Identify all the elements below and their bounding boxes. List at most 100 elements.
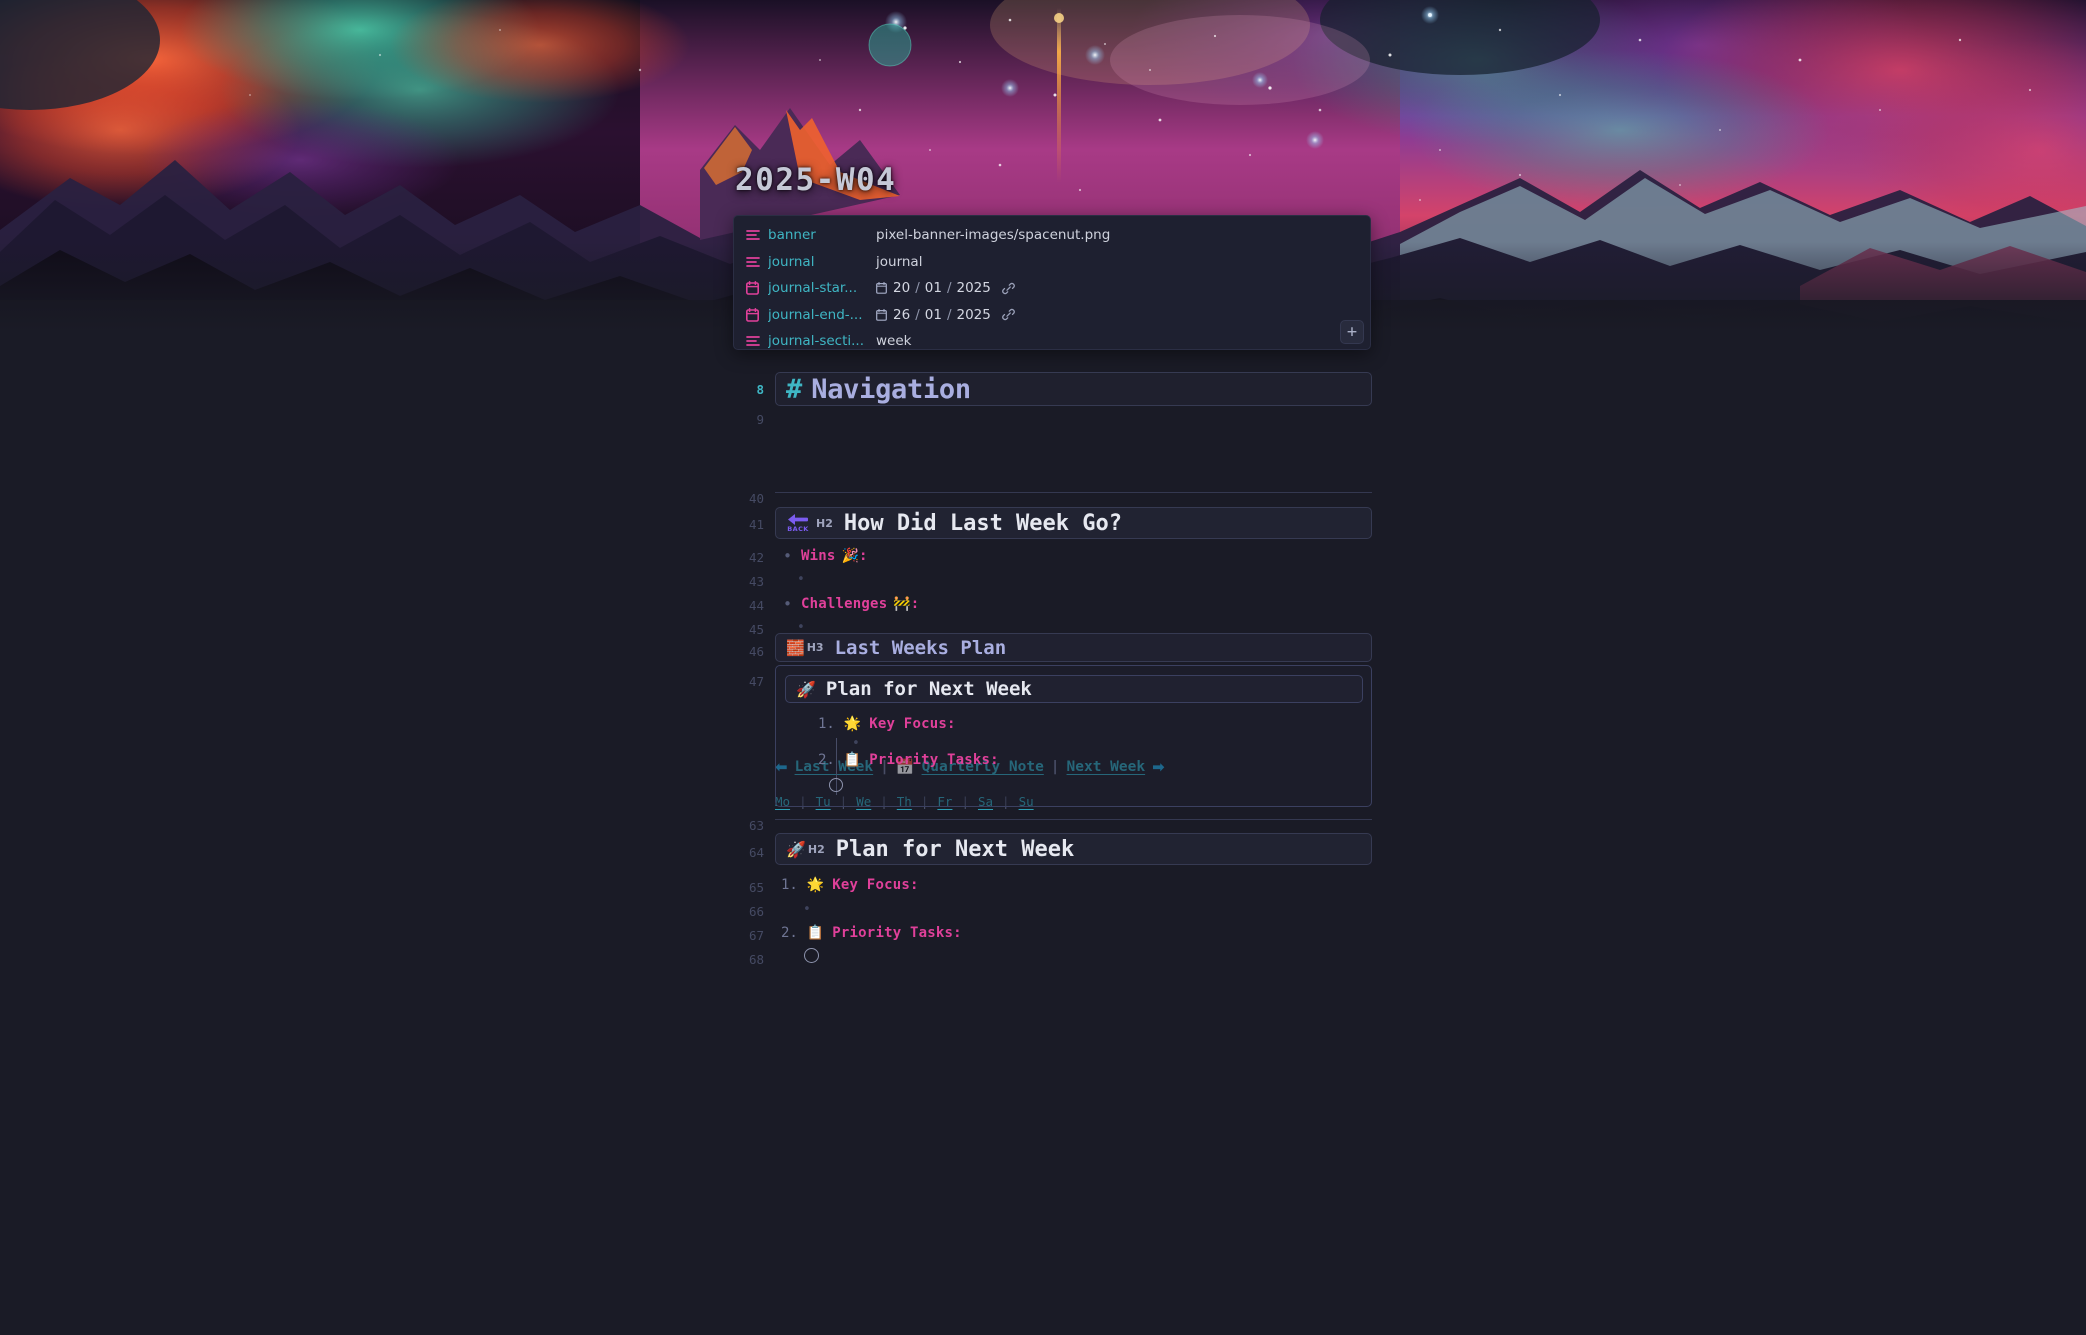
- heading-navigation[interactable]: # Navigation: [775, 372, 1372, 406]
- key-focus-label: Key Focus: [869, 716, 947, 732]
- embed-list-item-key-focus[interactable]: 1. 🌟 Key Focus :: [818, 716, 955, 732]
- heading-navigation-text: Navigation: [811, 373, 971, 405]
- line-number: 46: [748, 644, 764, 659]
- rocket-icon: 🚀: [796, 679, 816, 699]
- date-picker-icon[interactable]: [876, 282, 887, 295]
- add-property-button[interactable]: +: [1340, 320, 1364, 344]
- line-number: 47: [748, 674, 764, 689]
- list-item-wins-child[interactable]: •: [797, 572, 814, 587]
- star-icon: 🌟: [806, 877, 825, 893]
- link-icon[interactable]: [1002, 308, 1015, 321]
- heading-plan-for-next-week[interactable]: 🚀 H2 Plan for Next Week: [775, 833, 1372, 865]
- list-item-challenges[interactable]: • Challenges 🚧 :: [783, 595, 919, 613]
- property-value[interactable]: week: [876, 333, 911, 349]
- obsidian-note-window: 2025-W04 banner pixel-banner-images/spac…: [0, 0, 2086, 1335]
- bullet-dot: •: [797, 572, 805, 587]
- date-sep-2: /: [946, 306, 952, 323]
- date-month[interactable]: 01: [925, 280, 942, 296]
- line-number: 67: [748, 928, 764, 943]
- challenges-colon: :: [910, 596, 920, 612]
- heading-text: How Did Last Week Go?: [843, 510, 1123, 536]
- list-item-key-focus[interactable]: 1. 🌟 Key Focus :: [781, 877, 918, 893]
- priority-tasks-colon: :: [990, 752, 999, 768]
- list-item-priority-tasks[interactable]: 2. 📋 Priority Tasks :: [781, 925, 962, 941]
- horizontal-rule-bottom: [775, 819, 1372, 820]
- note-title: 2025-W04: [735, 162, 897, 198]
- wins-label: Wins: [801, 548, 836, 564]
- date-year[interactable]: 2025: [957, 307, 991, 323]
- date-year[interactable]: 2025: [957, 280, 991, 296]
- list-index: 2.: [781, 925, 798, 941]
- property-row-journal-start-date[interactable]: journal-star... 20 / 01 / 2025: [734, 275, 1370, 302]
- back-arrow-caption: BACK: [787, 525, 809, 534]
- list-index: 1.: [781, 877, 798, 893]
- bullet-dot: •: [783, 547, 793, 565]
- horizontal-rule-top: [775, 492, 1372, 493]
- property-key[interactable]: journal-secti...: [768, 333, 876, 349]
- heading-last-weeks-plan[interactable]: 🧱 H3 Last Weeks Plan: [775, 633, 1372, 662]
- property-key[interactable]: banner: [768, 227, 876, 243]
- property-row-journal-section[interactable]: journal-secti... week: [734, 328, 1370, 355]
- calendar-icon: [746, 307, 768, 322]
- date-day[interactable]: 20: [893, 280, 910, 296]
- property-row-journal-end-date[interactable]: journal-end-... 26 / 01 / 2025: [734, 302, 1370, 329]
- line-number: 9: [756, 412, 764, 427]
- property-key[interactable]: journal-end-...: [768, 307, 876, 323]
- key-focus-colon: :: [909, 877, 919, 893]
- heading-hash-marker: #: [786, 373, 803, 405]
- embed-title-text: Plan for Next Week: [825, 678, 1032, 700]
- line-number: 45: [748, 622, 764, 637]
- property-row-banner[interactable]: banner pixel-banner-images/spacenut.png: [734, 222, 1370, 249]
- text-lines-icon: [746, 256, 768, 268]
- date-month[interactable]: 01: [925, 307, 942, 323]
- bullet-dot: •: [783, 595, 793, 613]
- date-sep-2: /: [946, 280, 952, 297]
- task-checkbox[interactable]: [804, 948, 819, 963]
- challenges-label: Challenges: [801, 596, 888, 612]
- heading-text: Last Weeks Plan: [834, 636, 1007, 659]
- line-number: 41: [748, 517, 764, 532]
- note-properties-panel[interactable]: banner pixel-banner-images/spacenut.png …: [733, 215, 1371, 350]
- heading-level-badge: H3: [806, 641, 824, 654]
- line-number: 66: [748, 904, 764, 919]
- key-focus-colon: :: [946, 716, 956, 732]
- wins-colon: :: [858, 548, 868, 564]
- property-date-value[interactable]: 20 / 01 / 2025: [876, 280, 1015, 296]
- property-row-journal[interactable]: journal journal: [734, 249, 1370, 276]
- heading-text: Plan for Next Week: [835, 836, 1075, 862]
- date-day[interactable]: 26: [893, 307, 910, 323]
- line-number: 40: [748, 491, 764, 506]
- party-popper-icon: 🎉: [841, 548, 859, 564]
- property-date-value[interactable]: 26 / 01 / 2025: [876, 307, 1015, 323]
- text-lines-icon: [746, 335, 768, 347]
- property-key[interactable]: journal: [768, 254, 876, 270]
- line-number: 64: [748, 845, 764, 860]
- clipboard-icon: 📋: [843, 752, 862, 768]
- clipboard-icon: 📋: [806, 925, 825, 941]
- date-picker-icon[interactable]: [876, 308, 887, 321]
- embed-title-row[interactable]: 🚀 Plan for Next Week: [785, 675, 1363, 703]
- line-number: 63: [748, 818, 764, 833]
- line-number: 8: [756, 382, 764, 397]
- heading-how-did-last-week-go[interactable]: BACK H2 How Did Last Week Go?: [775, 507, 1372, 539]
- list-index: 1.: [818, 716, 835, 732]
- key-focus-label: Key Focus: [832, 877, 910, 893]
- embedded-note-block[interactable]: 🚀 Plan for Next Week 1. 🌟 Key Focus : • …: [775, 665, 1372, 807]
- text-lines-icon: [746, 229, 768, 241]
- property-key[interactable]: journal-star...: [768, 280, 876, 296]
- date-sep-1: /: [915, 280, 920, 297]
- line-number: 42: [748, 550, 764, 565]
- embed-list-item-priority-tasks[interactable]: 2. 📋 Priority Tasks :: [818, 752, 999, 768]
- line-number: 43: [748, 574, 764, 589]
- star-icon: 🌟: [843, 716, 862, 732]
- link-icon[interactable]: [1002, 282, 1015, 295]
- property-value[interactable]: pixel-banner-images/spacenut.png: [876, 227, 1110, 243]
- task-checkbox[interactable]: [829, 778, 843, 792]
- line-number: 44: [748, 598, 764, 613]
- property-value[interactable]: journal: [876, 254, 922, 270]
- list-item-key-focus-child[interactable]: •: [803, 902, 820, 917]
- embed-list-item-key-focus-child[interactable]: •: [852, 736, 869, 751]
- list-item-wins[interactable]: • Wins 🎉 :: [783, 547, 867, 565]
- priority-tasks-label: Priority Tasks: [869, 752, 991, 768]
- calendar-icon: [746, 281, 768, 296]
